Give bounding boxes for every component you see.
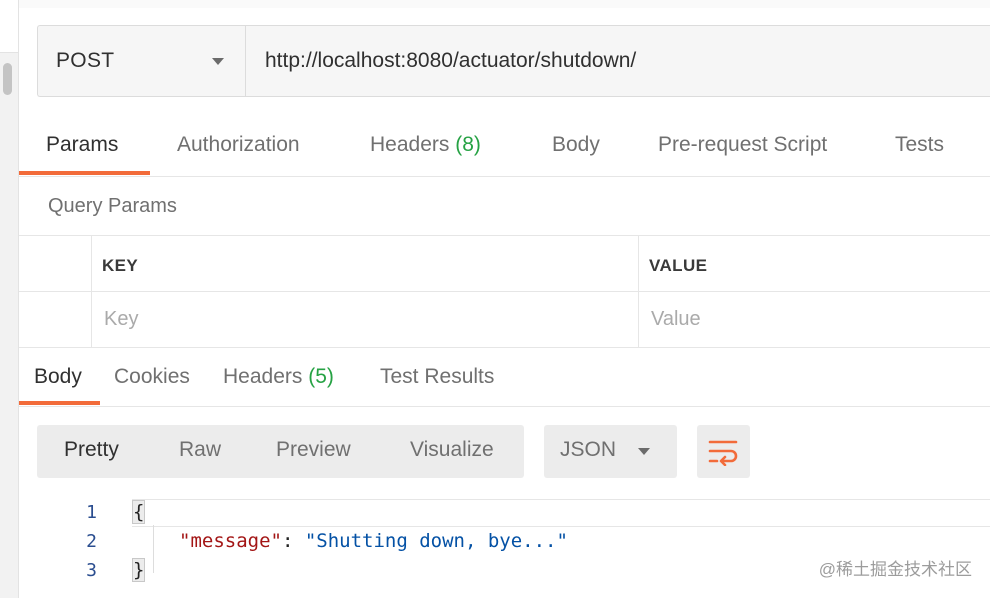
tab-params[interactable]: Params (46, 133, 118, 157)
wrap-lines-icon (708, 440, 738, 466)
response-tab-headers-label: Headers (223, 365, 303, 388)
url-input[interactable] (247, 26, 990, 96)
preview-button[interactable]: Preview (276, 438, 351, 462)
format-button-group: Pretty Raw Preview Visualize (37, 425, 524, 478)
params-table: KEY VALUE (19, 235, 990, 348)
response-tab-cookies[interactable]: Cookies (114, 365, 190, 389)
line-number: 1 (86, 502, 97, 523)
close-brace: } (131, 558, 146, 582)
left-sidebar-edge (0, 0, 19, 598)
pretty-button[interactable]: Pretty (64, 438, 119, 462)
json-string-value: "Shutting down, bye..." (304, 530, 568, 552)
response-tabs: Body Cookies Headers (5) Test Results (19, 350, 990, 407)
tab-body[interactable]: Body (552, 133, 600, 157)
scrollbar-thumb[interactable] (3, 63, 12, 95)
param-value-input[interactable] (639, 292, 990, 346)
active-response-tab-indicator (19, 401, 100, 405)
query-params-title: Query Params (48, 195, 177, 217)
language-label: JSON (560, 438, 617, 461)
request-bar: POST (37, 25, 990, 97)
tab-authorization[interactable]: Authorization (177, 133, 300, 157)
code-line-1: { (131, 500, 146, 524)
response-tab-headers[interactable]: Headers (5) (223, 365, 334, 389)
top-strip (19, 0, 990, 8)
line-number: 2 (86, 531, 97, 552)
wrap-lines-button[interactable] (697, 425, 750, 478)
request-tabs: Params Authorization Headers (8) Body Pr… (19, 118, 990, 177)
method-select[interactable]: POST (38, 26, 246, 96)
response-headers-count-badge: (5) (308, 365, 334, 388)
response-tab-body[interactable]: Body (34, 365, 82, 389)
raw-button[interactable]: Raw (179, 438, 221, 462)
indent-guide (153, 525, 154, 573)
watermark: @稀土掘金技术社区 (818, 560, 972, 579)
chevron-down-icon (212, 58, 224, 65)
sidebar-top (0, 0, 18, 53)
current-line-highlight (132, 499, 990, 527)
code-line-3: } (131, 558, 146, 582)
param-key-input[interactable] (92, 292, 638, 346)
tab-pre-request-script[interactable]: Pre-request Script (658, 133, 827, 157)
json-colon: : (281, 530, 305, 552)
line-number: 3 (86, 560, 97, 581)
tab-tests[interactable]: Tests (895, 133, 944, 157)
open-brace: { (131, 500, 146, 524)
chevron-down-icon (638, 448, 650, 455)
visualize-button[interactable]: Visualize (410, 438, 494, 462)
active-tab-indicator (19, 171, 150, 175)
language-select[interactable]: JSON (544, 425, 677, 478)
json-key: "message" (179, 530, 282, 552)
response-tab-test-results[interactable]: Test Results (380, 365, 494, 389)
response-body-code[interactable]: 1 2 3 { "message": "Shutting down, bye..… (19, 497, 990, 598)
method-label: POST (56, 49, 115, 72)
code-line-2: "message": "Shutting down, bye..." (179, 530, 568, 552)
value-column-header: VALUE (649, 256, 708, 275)
tab-headers-label: Headers (370, 133, 450, 156)
headers-count-badge: (8) (455, 133, 481, 156)
key-column-header: KEY (102, 256, 139, 275)
tab-headers[interactable]: Headers (8) (370, 133, 481, 157)
